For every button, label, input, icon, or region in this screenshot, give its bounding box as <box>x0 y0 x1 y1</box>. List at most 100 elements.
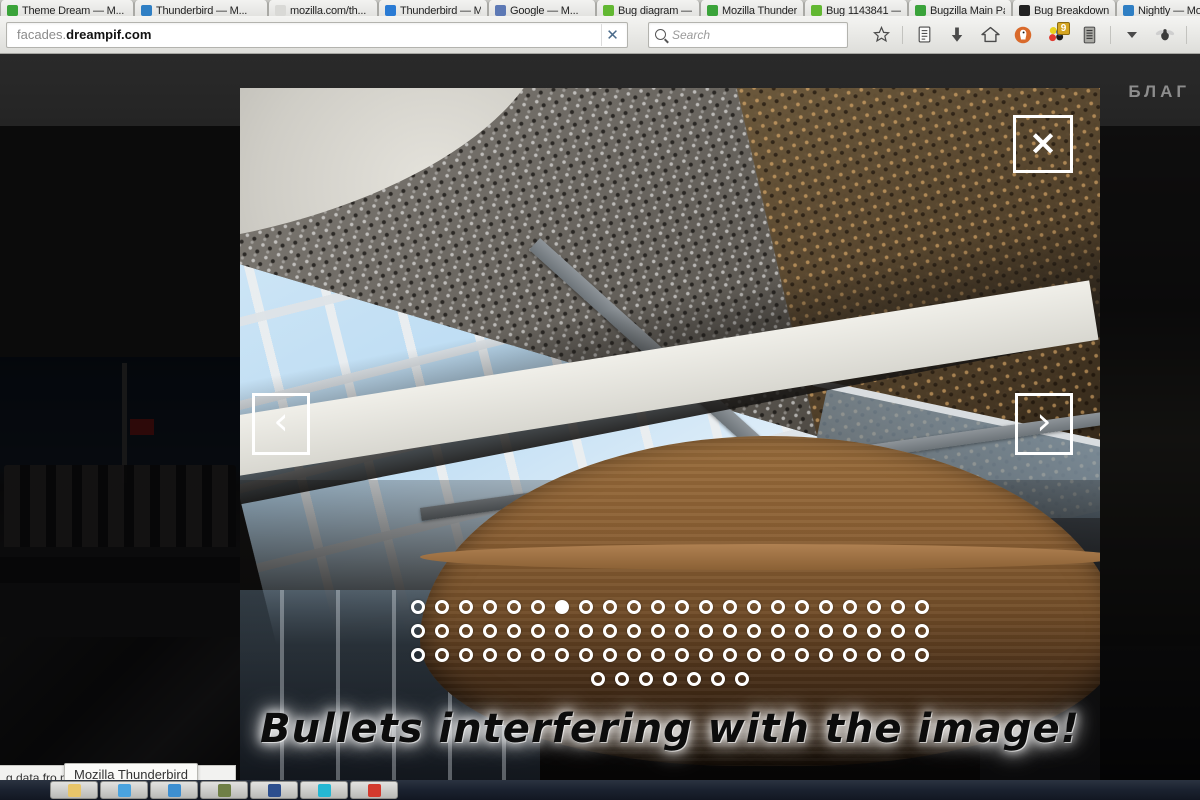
browser-tab[interactable]: Theme Dream — M... <box>0 0 134 16</box>
browser-tab[interactable]: Bug Breakdown — M... <box>1012 0 1116 16</box>
home-icon[interactable] <box>975 21 1005 49</box>
pagination-bullet[interactable] <box>735 672 749 686</box>
pagination-bullet[interactable] <box>435 624 449 638</box>
pagination-bullet[interactable] <box>771 648 785 662</box>
pagination-bullet[interactable] <box>627 648 641 662</box>
pagination-bullet[interactable] <box>663 672 677 686</box>
pagination-bullet[interactable] <box>507 624 521 638</box>
pagination-bullet[interactable] <box>723 600 737 614</box>
pagination-bullet[interactable] <box>435 648 449 662</box>
pagination-bullet[interactable] <box>483 600 497 614</box>
tab-strip[interactable]: Theme Dream — M... Thunderbird — M... mozi… <box>0 0 1200 16</box>
address-bar[interactable]: facades.dreampif.com ✕ <box>6 21 628 48</box>
pagination-bullet[interactable] <box>915 600 929 614</box>
browser-tab[interactable]: Nightly — Moz... <box>1116 0 1200 16</box>
pagination-bullet[interactable] <box>795 648 809 662</box>
pagination-bullet[interactable] <box>891 648 905 662</box>
pagination-bullet[interactable] <box>483 624 497 638</box>
addon-badge-icon[interactable]: 9 <box>1041 21 1071 49</box>
lightbox-next-button[interactable]: › <box>1015 393 1073 455</box>
pagination-bullet[interactable] <box>555 624 569 638</box>
dropdown-caret-icon[interactable] <box>1117 21 1147 49</box>
pagination-bullet[interactable] <box>675 624 689 638</box>
taskbar-button[interactable] <box>150 781 198 799</box>
pagination-bullet[interactable] <box>867 600 881 614</box>
pagination-bullet[interactable] <box>843 648 857 662</box>
taskbar-button[interactable] <box>350 781 398 799</box>
browser-tab[interactable]: Thunderbird — M... <box>134 0 268 16</box>
taskbar-button[interactable] <box>200 781 248 799</box>
pagination-bullet[interactable] <box>411 600 425 614</box>
pagination-bullet[interactable] <box>459 624 473 638</box>
pagination-bullet[interactable] <box>651 648 665 662</box>
pagination-bullet[interactable] <box>819 648 833 662</box>
browser-tab[interactable]: mozilla.com/th... <box>268 0 378 16</box>
pagination-bullet[interactable] <box>747 600 761 614</box>
overflow-caret-icon[interactable] <box>1193 21 1200 49</box>
pagination-bullet[interactable] <box>603 600 617 614</box>
pagination-bullet[interactable] <box>639 672 653 686</box>
reader-list-icon[interactable] <box>909 21 939 49</box>
search-bar[interactable]: Search <box>648 21 848 48</box>
browser-tab[interactable]: Bug diagram — M... <box>596 0 700 16</box>
pagination-bullet[interactable] <box>603 648 617 662</box>
pagination-bullet[interactable] <box>771 600 785 614</box>
reader-mode-icon[interactable] <box>1074 21 1104 49</box>
pagination-bullet[interactable] <box>483 648 497 662</box>
pagination-bullet[interactable] <box>507 600 521 614</box>
pagination-bullet[interactable] <box>723 648 737 662</box>
browser-tab[interactable]: Mozilla Thunderbird — M... <box>700 0 804 16</box>
pagination-bullet[interactable] <box>915 624 929 638</box>
pagination-bullet[interactable] <box>579 648 593 662</box>
duckduckgo-icon[interactable] <box>1008 21 1038 49</box>
pagination-bullet[interactable] <box>819 600 833 614</box>
pagination-bullet[interactable] <box>615 672 629 686</box>
pagination-bullet[interactable] <box>531 648 545 662</box>
pagination-bullet[interactable] <box>699 600 713 614</box>
taskbar-start-button[interactable] <box>2 781 48 799</box>
browser-tab[interactable]: Bug 1143841 — M... <box>804 0 908 16</box>
pagination-bullet[interactable] <box>411 648 425 662</box>
pagination-bullet[interactable] <box>411 624 425 638</box>
pagination-bullet[interactable] <box>711 672 725 686</box>
pagination-bullet[interactable] <box>771 624 785 638</box>
pagination-bullet[interactable] <box>627 624 641 638</box>
pagination-bullet[interactable] <box>795 600 809 614</box>
pagination-bullet[interactable] <box>459 600 473 614</box>
pagination-bullet[interactable] <box>843 624 857 638</box>
downloads-icon[interactable] <box>942 21 972 49</box>
pagination-bullet-active[interactable] <box>555 600 569 614</box>
pagination-bullet[interactable] <box>459 648 473 662</box>
pagination-bullet[interactable] <box>507 648 521 662</box>
pagination-bullet[interactable] <box>627 600 641 614</box>
clear-url-icon[interactable]: ✕ <box>601 23 623 46</box>
browser-tab[interactable]: Google — M... <box>488 0 596 16</box>
pagination-bullet[interactable] <box>579 624 593 638</box>
pagination-bullet[interactable] <box>531 600 545 614</box>
pagination-bullet[interactable] <box>591 672 605 686</box>
pagination-bullet[interactable] <box>819 624 833 638</box>
pagination-bullet[interactable] <box>699 624 713 638</box>
bug-icon[interactable] <box>1150 21 1180 49</box>
lightbox-close-button[interactable]: ✕ <box>1013 115 1073 173</box>
pagination-bullet[interactable] <box>699 648 713 662</box>
taskbar[interactable] <box>0 780 1200 800</box>
lightbox-pagination-bullets[interactable] <box>240 600 1100 686</box>
pagination-bullet[interactable] <box>843 600 857 614</box>
search-input[interactable]: Search <box>672 28 710 42</box>
taskbar-button[interactable] <box>300 781 348 799</box>
pagination-bullet[interactable] <box>867 648 881 662</box>
pagination-bullet[interactable] <box>651 624 665 638</box>
pagination-bullet[interactable] <box>867 624 881 638</box>
pagination-bullet[interactable] <box>531 624 545 638</box>
pagination-bullet[interactable] <box>675 600 689 614</box>
pagination-bullet[interactable] <box>891 624 905 638</box>
pagination-bullet[interactable] <box>603 624 617 638</box>
pagination-bullet[interactable] <box>675 648 689 662</box>
browser-tab[interactable]: Thunderbird — M... <box>378 0 488 16</box>
pagination-bullet[interactable] <box>891 600 905 614</box>
pagination-bullet[interactable] <box>747 648 761 662</box>
taskbar-button[interactable] <box>250 781 298 799</box>
pagination-bullet[interactable] <box>651 600 665 614</box>
pagination-bullet[interactable] <box>915 648 929 662</box>
